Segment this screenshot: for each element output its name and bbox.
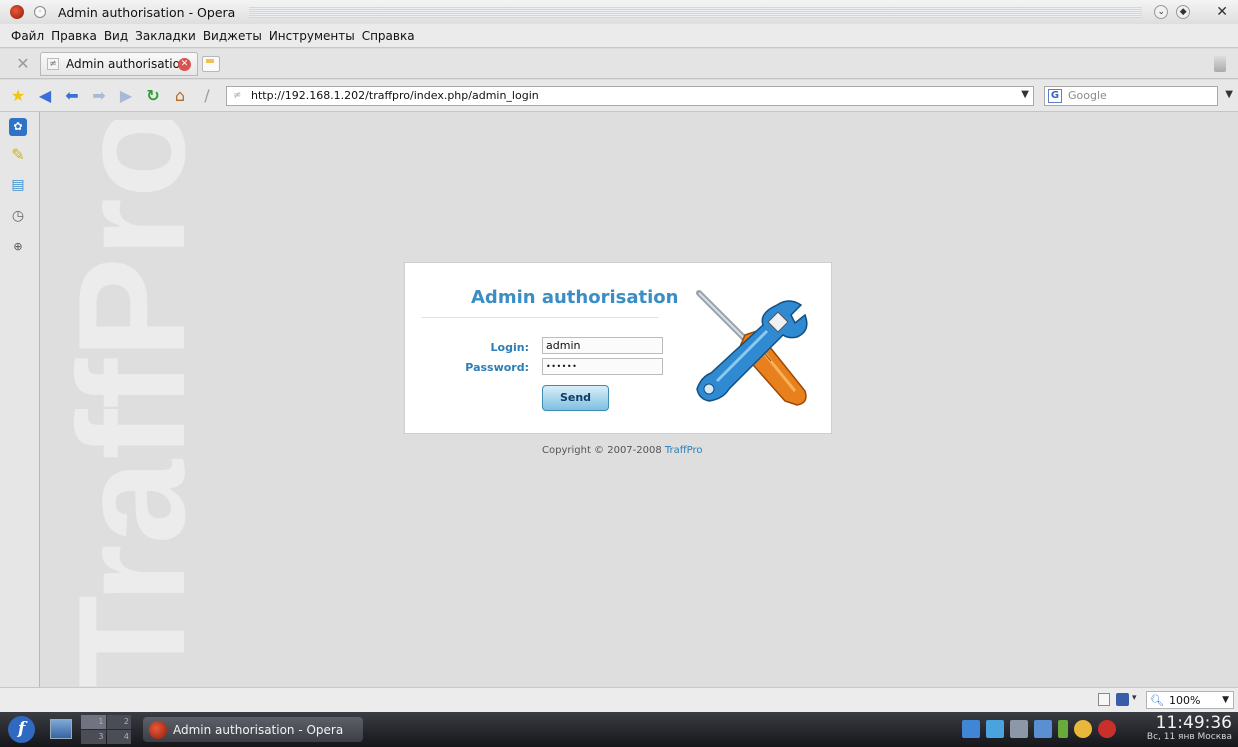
add-panel-icon[interactable]: ⊕ [9, 238, 27, 256]
menu-bookmarks[interactable]: Закладки [135, 29, 196, 43]
tab-admin-authorisation[interactable]: ≠ Admin authorisation ✕ [40, 51, 198, 76]
title-divider [421, 317, 659, 318]
tab-close-icon[interactable]: ✕ [178, 57, 191, 71]
search-field[interactable]: G Google ▼ [1044, 85, 1233, 106]
network-tray-icon[interactable] [1034, 720, 1052, 738]
copyright-prefix: Copyright © 2007-2008 [542, 445, 665, 456]
clock-time: 11:49:36 [1155, 713, 1232, 733]
fast-forward-icon[interactable]: ▶ [117, 86, 135, 106]
rewind-icon[interactable]: ◀ [36, 86, 54, 106]
magnifier-icon: 🔍︎ [1150, 693, 1164, 707]
notes-icon[interactable]: ✎ [9, 146, 27, 164]
tab-bar: ✕ ≠ Admin authorisation ✕ [0, 49, 1238, 79]
speed-dial-icon[interactable]: ✿ [9, 118, 27, 136]
url-text: http://192.168.1.202/traffpro/index.php/… [251, 89, 539, 102]
traffpro-link[interactable]: TraffPro [665, 445, 703, 456]
view-mode-icon[interactable] [1116, 693, 1129, 706]
copyright-text: Copyright © 2007-2008 TraffPro [542, 445, 703, 456]
page-info-icon[interactable] [1098, 693, 1110, 706]
bookmark-star-icon[interactable]: ★ [9, 86, 27, 106]
menu-edit[interactable]: Правка [51, 29, 97, 43]
status-bar: ▾ 🔍︎ 100% ▼ [0, 687, 1238, 712]
opera-task-icon [149, 720, 167, 739]
task-label: Admin authorisation - Opera [173, 722, 344, 737]
home-icon[interactable]: ⌂ [171, 86, 189, 106]
address-dropdown-icon[interactable]: ▼ [1021, 89, 1029, 100]
tools-icon[interactable]: ✕ [14, 54, 32, 73]
login-label: Login: [490, 341, 529, 354]
site-icon: ≠ [233, 89, 242, 101]
navigation-bar: ★ ◀ ⬅ ➡ ▶ ↻ ⌂ ∕ ≠ http://192.168.1.202/t… [0, 80, 1238, 112]
menu-tools[interactable]: Инструменты [269, 29, 355, 43]
monitor-tray-icon[interactable] [962, 720, 980, 738]
menu-help[interactable]: Справка [362, 29, 415, 43]
transfers-icon[interactable]: ▤ [9, 176, 27, 194]
opera-tray-icon[interactable] [1098, 720, 1116, 738]
tab-title: Admin authorisation [66, 56, 188, 71]
updates-tray-icon[interactable] [1074, 720, 1092, 738]
opera-icon[interactable] [10, 5, 24, 19]
address-field[interactable]: ≠ http://192.168.1.202/traffpro/index.ph… [226, 85, 1034, 106]
workspace-pager: 1 2 3 4 [81, 715, 131, 744]
trash-icon[interactable] [1214, 55, 1226, 72]
watermark-text: TraffPro [47, 120, 217, 687]
window-title: Admin authorisation - Opera [58, 4, 236, 20]
history-icon[interactable]: ◷ [9, 207, 27, 225]
titlebar-stripe [249, 6, 1143, 18]
volume-tray-icon[interactable] [986, 720, 1004, 738]
search-placeholder: Google [1068, 89, 1107, 102]
menu-file[interactable]: Файл [11, 29, 44, 43]
tools-icon-illustration [696, 290, 808, 406]
taskbar: f 1 2 3 4 Admin authorisation - Opera 11… [0, 712, 1238, 747]
menu-widgets[interactable]: Виджеты [203, 29, 262, 43]
minimize-icon[interactable]: ⌄ [1154, 5, 1169, 19]
wand-icon[interactable]: ∕ [198, 86, 216, 106]
page-content: TraffPro Admin authorisation Login: admi… [40, 112, 1238, 687]
view-mode-dropdown-icon[interactable]: ▾ [1132, 693, 1137, 703]
zoom-dropdown-icon[interactable]: ▼ [1222, 695, 1229, 705]
battery-tray-icon[interactable] [1058, 720, 1068, 738]
search-dropdown-icon[interactable]: ▼ [1225, 89, 1233, 100]
zoom-value: 100% [1168, 693, 1201, 707]
new-tab-icon[interactable] [202, 55, 220, 72]
show-desktop-icon[interactable] [50, 719, 72, 739]
menu-bar: Файл Правка Вид Закладки Виджеты Инструм… [0, 24, 1238, 48]
menu-view[interactable]: Вид [104, 29, 128, 43]
task-opera[interactable]: Admin authorisation - Opera [143, 717, 363, 742]
password-label: Password: [465, 361, 529, 374]
window-titlebar: · Admin authorisation - Opera ⌄ ◆ ✕ [0, 0, 1238, 24]
back-icon[interactable]: ⬅ [63, 86, 81, 106]
maximize-icon[interactable]: ◆ [1176, 5, 1191, 19]
login-input[interactable]: admin [542, 337, 663, 354]
reload-icon[interactable]: ↻ [144, 86, 162, 106]
forward-icon[interactable]: ➡ [90, 86, 108, 106]
login-panel: Admin authorisation Login: admin Passwor… [404, 262, 832, 434]
system-tray [962, 720, 1122, 738]
sticky-window-icon[interactable]: · [34, 6, 46, 18]
clock[interactable]: 11:49:36 Вс, 11 янв Москва [1147, 714, 1232, 742]
keyboard-layout-icon[interactable] [1010, 720, 1028, 738]
zoom-control[interactable]: 🔍︎ 100% ▼ [1146, 691, 1234, 709]
workspace-1[interactable]: 1 [81, 715, 106, 729]
page-icon: ≠ [47, 57, 59, 70]
clock-date: Вс, 11 янв Москва [1146, 732, 1232, 742]
side-panel: ✿ ✎ ▤ ◷ ⊕ [0, 112, 40, 687]
login-title: Admin authorisation [471, 287, 679, 308]
workspace-4[interactable]: 4 [106, 730, 131, 744]
workspace-3[interactable]: 3 [81, 730, 106, 744]
fedora-menu-icon[interactable]: f [8, 716, 35, 743]
send-button[interactable]: Send [542, 385, 609, 411]
password-input[interactable]: •••••• [542, 358, 663, 375]
close-icon[interactable]: ✕ [1216, 4, 1228, 20]
traffpro-watermark: TraffPro [47, 120, 217, 687]
google-icon: G [1048, 88, 1062, 103]
workspace-2[interactable]: 2 [106, 715, 131, 729]
